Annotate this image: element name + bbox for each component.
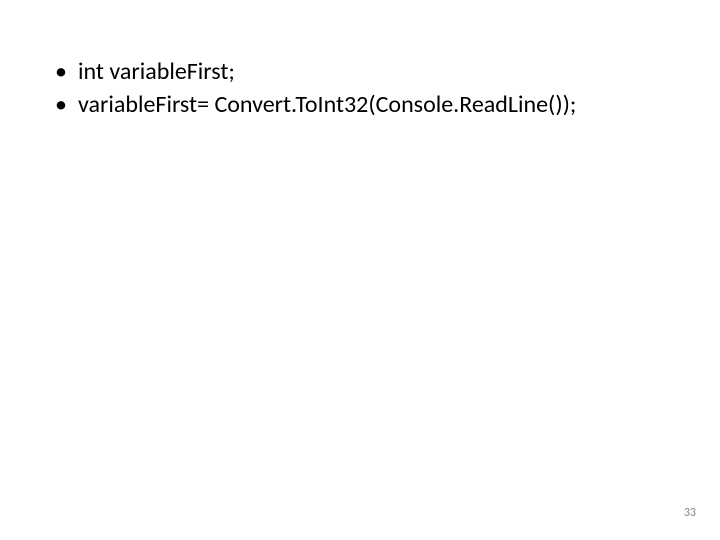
slide-content: int variableFirst; variableFirst= Conver…: [0, 0, 720, 121]
list-item: int variableFirst;: [54, 56, 680, 88]
bullet-text: int variableFirst;: [78, 57, 235, 86]
list-item: variableFirst= Convert.ToInt32(Console.R…: [54, 89, 680, 121]
bullet-list: int variableFirst; variableFirst= Conver…: [54, 56, 680, 121]
bullet-text: variableFirst= Convert.ToInt32(Console.R…: [78, 90, 576, 119]
page-number: 33: [684, 506, 696, 520]
